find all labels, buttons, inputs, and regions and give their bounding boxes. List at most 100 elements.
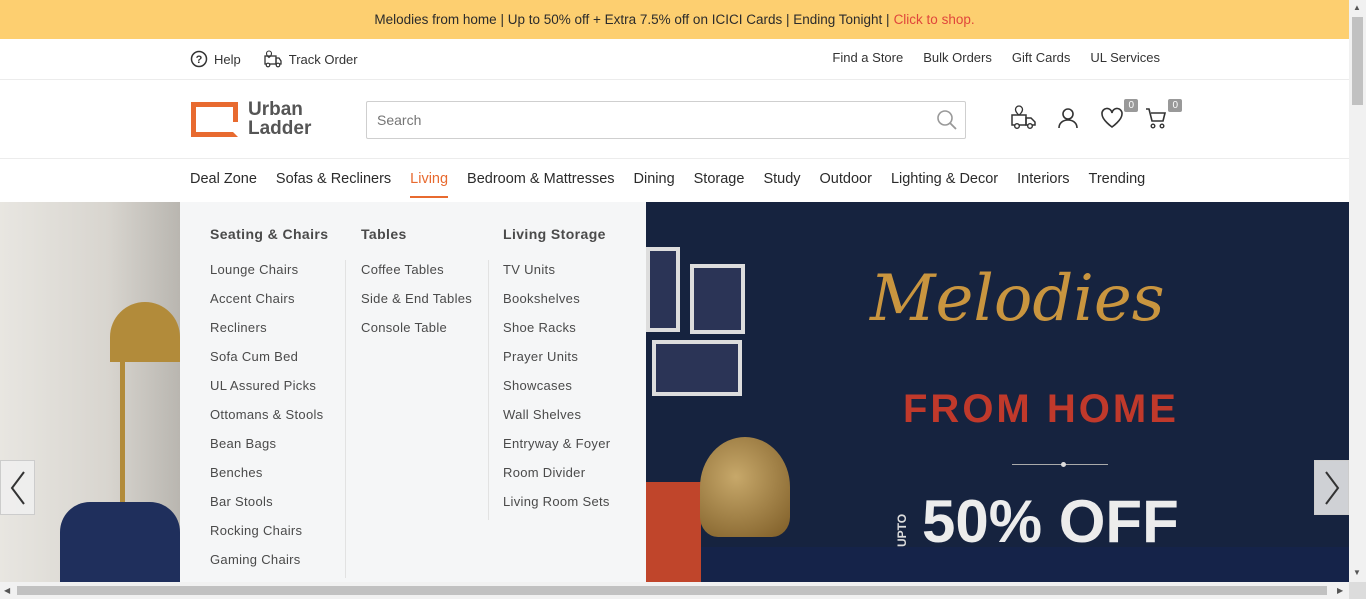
menu-item[interactable]: Side & End Tables: [361, 291, 472, 320]
menu-item[interactable]: Bookshelves: [503, 291, 610, 320]
menu-item[interactable]: Rocking Chairs: [210, 523, 328, 552]
cart-icon: [1146, 108, 1167, 129]
nav-deal-zone[interactable]: Deal Zone: [190, 171, 257, 197]
hero-subtitle: FROM HOME: [903, 387, 1179, 431]
category-nav: Deal Zone Sofas & Recliners Living Bedro…: [0, 159, 1349, 202]
nav-interiors[interactable]: Interiors: [1017, 171, 1069, 197]
wishlist-button[interactable]: 0: [1098, 99, 1138, 132]
menu-column-living-storage: Living Storage TV Units Bookshelves Shoe…: [503, 226, 610, 523]
gramophone: [700, 437, 790, 537]
horizontal-scroll-thumb[interactable]: [17, 586, 1327, 595]
menu-item[interactable]: Shoe Racks: [503, 320, 610, 349]
vertical-scrollbar[interactable]: ▲ ▼: [1349, 0, 1366, 582]
hero-divider: [1012, 464, 1108, 465]
logo-line1: Urban: [248, 99, 303, 120]
nav-study[interactable]: Study: [763, 171, 800, 197]
cart-count-badge: 0: [1168, 99, 1182, 112]
heart-icon: [1101, 107, 1123, 128]
cart-button[interactable]: 0: [1142, 99, 1182, 132]
search-icon: [937, 110, 957, 130]
promo-text: Melodies from home | Up to 50% off + Ext…: [374, 12, 890, 27]
gift-cards-link[interactable]: Gift Cards: [1012, 50, 1071, 65]
user-icon: [1058, 108, 1078, 129]
store-locator-button[interactable]: [1010, 104, 1038, 132]
nav-lighting-decor[interactable]: Lighting & Decor: [891, 171, 998, 197]
chevron-right-icon: [1324, 470, 1339, 505]
svg-text:?: ?: [196, 54, 203, 66]
menu-item[interactable]: Recliners: [210, 320, 328, 349]
menu-item[interactable]: Console Table: [361, 320, 472, 349]
hero-divider-dot: [1061, 462, 1066, 467]
nav-trending[interactable]: Trending: [1089, 171, 1146, 197]
delivery-truck-icon: [1011, 105, 1036, 130]
armchair: [60, 502, 180, 582]
menu-heading-tables[interactable]: Tables: [361, 226, 472, 242]
nav-outdoor[interactable]: Outdoor: [820, 171, 872, 197]
hero-offer: 50% OFF: [922, 488, 1179, 555]
carousel-next-button[interactable]: [1314, 460, 1349, 515]
menu-item[interactable]: Sofa Cum Bed: [210, 349, 328, 378]
profile-button[interactable]: [1054, 104, 1082, 132]
menu-item[interactable]: Wall Shelves: [503, 407, 610, 436]
menu-item[interactable]: TV Units: [503, 262, 610, 291]
urban-ladder-logo[interactable]: Urban Ladder: [191, 100, 311, 138]
menu-item[interactable]: Benches: [210, 465, 328, 494]
menu-item[interactable]: Ottomans & Stools: [210, 407, 328, 436]
main-header: Urban Ladder 0 0: [0, 80, 1349, 159]
utility-bar: ? Help Track Order Find a Store Bulk Ord…: [0, 39, 1349, 80]
chevron-left-icon: [10, 470, 25, 505]
menu-heading-living-storage[interactable]: Living Storage: [503, 226, 610, 242]
search-input[interactable]: [367, 102, 929, 138]
promo-cta-link[interactable]: Click to shop.: [894, 12, 975, 27]
logo-mark-icon: [191, 101, 238, 137]
orange-sofa: [646, 482, 701, 582]
search-bar: [366, 101, 966, 139]
menu-item[interactable]: Entryway & Foyer: [503, 436, 610, 465]
logo-line2: Ladder: [248, 118, 312, 139]
scroll-left-icon[interactable]: ◀: [4, 586, 10, 595]
menu-item[interactable]: Prayer Units: [503, 349, 610, 378]
track-order-link[interactable]: Track Order: [263, 49, 358, 69]
nav-bedroom-mattresses[interactable]: Bedroom & Mattresses: [467, 171, 614, 197]
menu-item[interactable]: Showcases: [503, 378, 610, 407]
menu-column-seating: Seating & Chairs Lounge Chairs Accent Ch…: [210, 226, 328, 581]
horizontal-scrollbar[interactable]: ◀ ▶: [0, 582, 1349, 599]
menu-item[interactable]: Bean Bags: [210, 436, 328, 465]
nav-dining[interactable]: Dining: [634, 171, 675, 197]
menu-item[interactable]: Living Room Sets: [503, 494, 610, 523]
menu-divider: [488, 260, 489, 520]
nav-living[interactable]: Living: [410, 171, 448, 198]
ul-services-link[interactable]: UL Services: [1090, 50, 1160, 65]
hero-title: Melodies: [870, 262, 1165, 336]
help-label: Help: [214, 51, 241, 67]
nav-sofas-recliners[interactable]: Sofas & Recliners: [276, 171, 391, 197]
menu-item[interactable]: Accent Chairs: [210, 291, 328, 320]
scroll-right-icon[interactable]: ▶: [1337, 586, 1343, 595]
carousel-prev-button[interactable]: [0, 460, 35, 515]
menu-item[interactable]: Lounge Chairs: [210, 262, 328, 291]
promo-banner[interactable]: Melodies from home | Up to 50% off + Ext…: [0, 0, 1349, 39]
living-mega-menu: Seating & Chairs Lounge Chairs Accent Ch…: [180, 202, 646, 582]
menu-item[interactable]: UL Assured Picks: [210, 378, 328, 407]
nav-storage[interactable]: Storage: [694, 171, 745, 197]
menu-divider: [345, 260, 346, 578]
hero-upto: UPTO: [895, 513, 909, 547]
wishlist-count-badge: 0: [1124, 99, 1138, 112]
scroll-down-icon[interactable]: ▼: [1353, 568, 1361, 577]
page: Melodies from home | Up to 50% off + Ext…: [0, 0, 1349, 582]
search-button[interactable]: [929, 109, 965, 131]
find-store-link[interactable]: Find a Store: [832, 50, 903, 65]
scrollbar-corner: [1349, 582, 1366, 599]
vertical-scroll-thumb[interactable]: [1352, 17, 1363, 105]
scroll-up-icon[interactable]: ▲: [1353, 3, 1361, 12]
menu-column-tables: Tables Coffee Tables Side & End Tables C…: [361, 226, 472, 349]
track-order-icon: [264, 50, 282, 68]
menu-item[interactable]: Bar Stools: [210, 494, 328, 523]
bulk-orders-link[interactable]: Bulk Orders: [923, 50, 992, 65]
menu-item[interactable]: Gaming Chairs: [210, 552, 328, 581]
menu-item[interactable]: Room Divider: [503, 465, 610, 494]
help-link[interactable]: ? Help: [190, 49, 241, 69]
help-icon: ?: [190, 50, 208, 68]
menu-item[interactable]: Coffee Tables: [361, 262, 472, 291]
menu-heading-seating[interactable]: Seating & Chairs: [210, 226, 328, 242]
